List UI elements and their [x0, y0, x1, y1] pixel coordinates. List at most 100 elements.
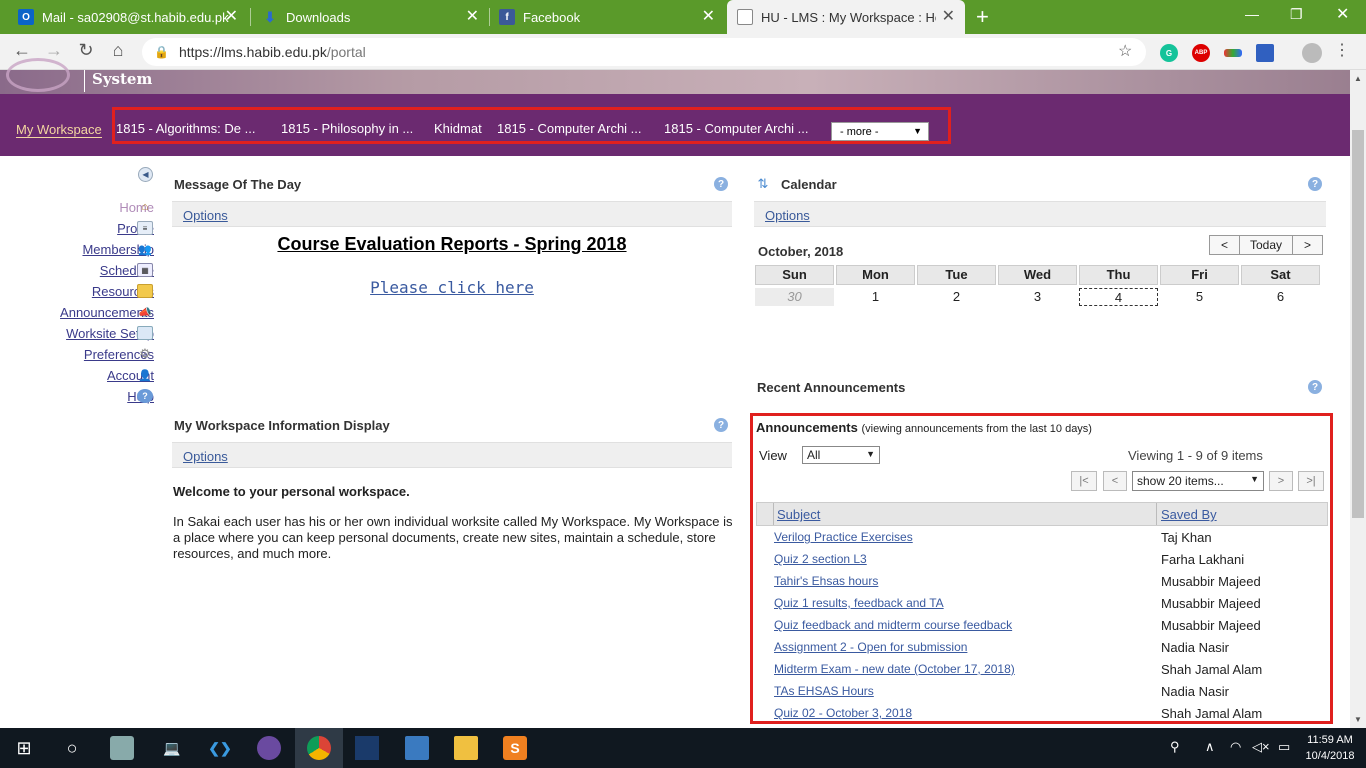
- wifi-icon[interactable]: ◠: [1230, 739, 1241, 755]
- help-icon[interactable]: ?: [714, 418, 728, 432]
- calendar-next-button[interactable]: >: [1293, 235, 1323, 255]
- refresh-icon[interactable]: ⇅: [755, 176, 771, 191]
- calendar-options-link[interactable]: Options: [765, 208, 810, 223]
- announcement-subject-link[interactable]: Verilog Practice Exercises: [774, 530, 913, 544]
- photos-icon[interactable]: [405, 736, 429, 760]
- close-icon[interactable]: ✕: [225, 9, 238, 25]
- tab-downloads[interactable]: ⬇ Downloads ✕: [252, 0, 489, 34]
- volume-icon[interactable]: ◁×: [1252, 739, 1270, 755]
- chrome-icon[interactable]: [307, 736, 331, 760]
- calendar-day[interactable]: 1: [836, 288, 915, 306]
- vscode-icon[interactable]: ❮❯: [208, 736, 232, 760]
- calendar-day-today[interactable]: 4: [1079, 288, 1158, 306]
- file-manager-icon[interactable]: [110, 736, 134, 760]
- rainbow-icon[interactable]: [1224, 49, 1242, 57]
- announcement-subject-link[interactable]: Midterm Exam - new date (October 17, 201…: [774, 662, 1015, 676]
- view-select[interactable]: All ▼: [802, 446, 880, 464]
- workspace-options-link[interactable]: Options: [183, 449, 228, 464]
- maximize-icon[interactable]: ❐: [1290, 6, 1303, 23]
- close-window-icon[interactable]: ✕: [1336, 4, 1349, 24]
- menu-kebab-icon[interactable]: ⋮: [1330, 40, 1354, 60]
- saved-by-cell: Musabbir Majeed: [1161, 618, 1261, 633]
- announcement-subject-link[interactable]: Quiz feedback and midterm course feedbac…: [774, 618, 1012, 632]
- sublime-icon[interactable]: S: [503, 736, 527, 760]
- site-tab-computer-arch-1[interactable]: 1815 - Computer Archi ...: [497, 121, 642, 136]
- inkscape-icon[interactable]: [355, 736, 379, 760]
- announcement-subject-link[interactable]: Quiz 1 results, feedback and TA: [774, 596, 944, 610]
- announcement-subject-link[interactable]: Assignment 2 - Open for submission: [774, 640, 967, 654]
- collapse-menu-icon[interactable]: ◀: [138, 167, 153, 182]
- close-icon[interactable]: ✕: [466, 9, 479, 25]
- subject-column-header[interactable]: Subject: [777, 507, 820, 522]
- recent-announcements-title: Recent Announcements: [757, 380, 906, 395]
- close-icon[interactable]: ✕: [702, 9, 715, 25]
- profile-icon[interactable]: [1302, 43, 1322, 63]
- motd-click-link[interactable]: Please click here: [172, 278, 732, 297]
- calendar-day[interactable]: 2: [917, 288, 996, 306]
- grammarly-icon[interactable]: G: [1160, 44, 1178, 62]
- motd-options-link[interactable]: Options: [183, 208, 228, 223]
- announcements-panel: Announcements (viewing announcements fro…: [750, 413, 1333, 724]
- saved-by-cell: Musabbir Majeed: [1161, 596, 1261, 611]
- tab-facebook[interactable]: f Facebook ✕: [489, 0, 725, 34]
- bookmark-star-icon[interactable]: ☆: [1118, 41, 1132, 61]
- megaphone-icon: 📣: [138, 306, 152, 319]
- flag-icon[interactable]: [1256, 44, 1274, 62]
- view-label: View: [759, 448, 787, 463]
- announcement-subject-link[interactable]: TAs EHSAS Hours: [774, 684, 874, 698]
- calendar-day[interactable]: 6: [1241, 288, 1320, 306]
- language-icon[interactable]: ▭: [1278, 739, 1290, 755]
- help-icon[interactable]: ?: [1308, 177, 1322, 191]
- scroll-up-icon[interactable]: ▲: [1354, 74, 1362, 83]
- help-icon[interactable]: ?: [714, 177, 728, 191]
- calendar-prev-button[interactable]: <: [1209, 235, 1240, 255]
- table-row: Quiz 02 - October 3, 2018 Shah Jamal Ala…: [756, 706, 1328, 721]
- adblock-icon[interactable]: ABP: [1192, 44, 1210, 62]
- tab-mail[interactable]: O Mail - sa02908@st.habib.edu.pk ✕: [8, 0, 248, 34]
- site-tab-philosophy[interactable]: 1815 - Philosophy in ...: [281, 121, 413, 136]
- announcement-subject-link[interactable]: Quiz 02 - October 3, 2018: [774, 706, 912, 720]
- minimize-icon[interactable]: —: [1245, 6, 1259, 22]
- tab-lms[interactable]: HU - LMS : My Workspace : Hom ✕: [727, 0, 965, 34]
- windows-start-icon[interactable]: ⊞: [12, 736, 36, 760]
- help-icon[interactable]: ?: [1308, 380, 1322, 394]
- site-tab-khidmat[interactable]: Khidmat: [434, 121, 482, 136]
- page-size-select[interactable]: show 20 items... ▼: [1132, 471, 1264, 491]
- first-page-button[interactable]: |<: [1071, 471, 1097, 491]
- table-row: Quiz 2 section L3 Farha Lakhani: [756, 552, 1328, 574]
- scroll-thumb[interactable]: [1352, 130, 1364, 518]
- people-icon[interactable]: ⚲: [1170, 739, 1180, 755]
- motd-heading: Course Evaluation Reports - Spring 2018: [277, 234, 627, 254]
- tray-up-icon[interactable]: ∧: [1205, 739, 1215, 755]
- last-page-button[interactable]: >|: [1298, 471, 1324, 491]
- address-bar[interactable]: 🔒 https://lms.habib.edu.pk/portal: [142, 38, 1146, 66]
- new-tab-button[interactable]: +: [976, 4, 989, 30]
- calendar-day[interactable]: 3: [998, 288, 1077, 306]
- system-clock[interactable]: 11:59 AM 10/4/2018: [1300, 732, 1360, 764]
- next-page-button[interactable]: >: [1269, 471, 1293, 491]
- home-browser-icon[interactable]: ⌂: [106, 40, 130, 61]
- page-scrollbar[interactable]: ▲ ▼: [1350, 70, 1366, 728]
- github-icon[interactable]: [257, 736, 281, 760]
- browser-tab-strip: O Mail - sa02908@st.habib.edu.pk ✕ ⬇ Dow…: [0, 0, 1366, 34]
- reload-icon[interactable]: ↻: [74, 40, 98, 61]
- saved-by-column-header[interactable]: Saved By: [1161, 507, 1217, 522]
- calendar-today-button[interactable]: Today: [1240, 235, 1293, 255]
- calendar-day[interactable]: 30: [755, 288, 834, 306]
- calendar-day[interactable]: 5: [1160, 288, 1239, 306]
- announcement-subject-link[interactable]: Tahir's Ehsas hours: [774, 574, 878, 588]
- explorer-icon[interactable]: [454, 736, 478, 760]
- scroll-down-icon[interactable]: ▼: [1354, 715, 1362, 724]
- url-path: /portal: [326, 44, 366, 60]
- workspace-welcome: Welcome to your personal workspace.: [173, 484, 410, 499]
- prev-page-button[interactable]: <: [1103, 471, 1127, 491]
- close-icon[interactable]: ✕: [942, 9, 955, 25]
- cortana-icon[interactable]: ○: [60, 736, 84, 760]
- more-sites-select[interactable]: - more - ▼: [831, 122, 929, 141]
- my-workspace-link[interactable]: My Workspace: [16, 122, 102, 138]
- folder-icon: [137, 284, 153, 298]
- announcement-subject-link[interactable]: Quiz 2 section L3: [774, 552, 867, 566]
- site-tab-computer-arch-2[interactable]: 1815 - Computer Archi ...: [664, 121, 809, 136]
- site-tab-algorithms[interactable]: 1815 - Algorithms: De ...: [116, 121, 255, 136]
- laptop-icon[interactable]: 💻: [160, 736, 184, 760]
